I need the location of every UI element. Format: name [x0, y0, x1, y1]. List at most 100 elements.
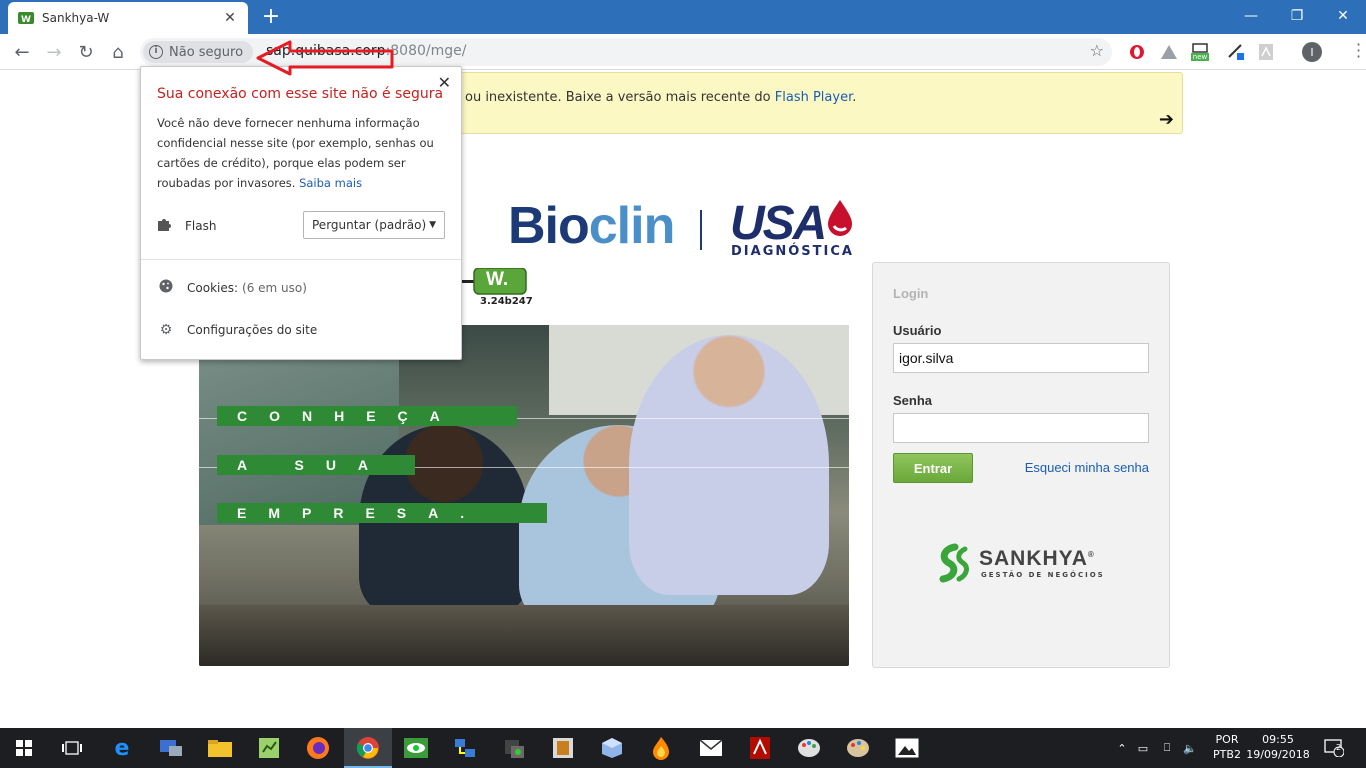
chevron-up-icon[interactable]: ⌃	[1114, 742, 1130, 755]
new-tab-button[interactable]: +	[258, 4, 284, 30]
arrow-right-icon[interactable]: ➔	[1159, 109, 1174, 130]
menu-kebab-icon[interactable]: · · ·	[1356, 37, 1362, 65]
flame-app-icon[interactable]	[647, 734, 675, 762]
clock[interactable]: 09:55 19/09/2018	[1246, 732, 1310, 762]
bookmark-star-icon[interactable]: ☆	[1090, 41, 1104, 60]
photo-person-right	[629, 335, 829, 595]
diagnostica-text: DIAGNÓSTICA	[731, 244, 854, 259]
url-path: /mge/	[425, 43, 467, 59]
minimize-button[interactable]: —	[1228, 0, 1274, 32]
restore-button[interactable]: ❐	[1274, 0, 1320, 32]
sankhya-logo: SANKHYA® GESTÃO DE NEGÓCIOS	[935, 543, 1115, 583]
screen-capture-extension-icon[interactable]: new	[1190, 42, 1210, 62]
close-window-button[interactable]: ✕	[1320, 0, 1366, 32]
popup-heading: Sua conexão com esse site não é segura	[157, 86, 444, 102]
paint-tool-icon[interactable]	[795, 734, 823, 762]
clock-date: 19/09/2018	[1246, 748, 1310, 761]
windows-taskbar: e ⌃ ▭ ⎕ 🔈 POR PTB2 09:55 19/09/2018 2	[0, 728, 1366, 768]
security-chip-label: Não seguro	[169, 44, 244, 60]
sankhya-w-logo: W. 3.24b247	[458, 267, 533, 308]
spreadsheet-icon[interactable]	[255, 734, 283, 762]
version-label: 3.24b247	[480, 296, 533, 307]
task-view-icon[interactable]	[58, 734, 86, 762]
entrar-button[interactable]: Entrar	[893, 453, 973, 483]
pdf-extension-icon[interactable]	[1256, 42, 1276, 62]
flash-banner-text: ou inexistente. Baixe a versão mais rece…	[465, 90, 856, 105]
username-input[interactable]: igor.silva	[893, 343, 1149, 373]
box-app-icon[interactable]	[598, 734, 626, 762]
sankhya-app-icon[interactable]	[549, 734, 577, 762]
learn-more-link[interactable]: Saiba mais	[299, 176, 362, 190]
gear-icon: ⚙	[159, 322, 173, 338]
tab-title: Sankhya-W	[42, 11, 110, 25]
language-code: POR	[1215, 733, 1239, 746]
cookies-row[interactable]: Cookies: (6 em uso)	[157, 276, 447, 300]
photo-desk	[199, 605, 849, 666]
slogan-line-3: EMPRESA.	[217, 503, 547, 523]
sankhya-w-letter: W.	[486, 269, 509, 290]
drive-extension-icon[interactable]	[1159, 42, 1179, 62]
login-title: Login	[893, 286, 929, 301]
brand-divider	[700, 210, 702, 250]
chrome-icon[interactable]	[354, 734, 382, 762]
eye-app-icon[interactable]	[402, 734, 430, 762]
sankhya-favicon-icon: W	[18, 11, 34, 25]
slogan-line-1: CONHEÇA	[217, 406, 517, 426]
network-icon[interactable]: ⎕	[1156, 741, 1178, 755]
palette-icon[interactable]	[844, 734, 872, 762]
cookies-label: Cookies:	[187, 281, 239, 295]
opera-extension-icon[interactable]	[1127, 42, 1147, 62]
security-chip[interactable]: i Não seguro	[143, 41, 254, 63]
language-indicator[interactable]: POR PTB2	[1210, 732, 1244, 762]
bioclin-logo: Bioclin	[508, 196, 676, 256]
browser-toolbar: ← → ↻ ⌂ i Não seguro sap.quibasa.corp:80…	[0, 34, 1366, 70]
forward-icon[interactable]: →	[42, 40, 66, 64]
acrobat-icon[interactable]	[746, 734, 774, 762]
file-explorer-icon[interactable]	[206, 734, 234, 762]
reload-icon[interactable]: ↻	[74, 40, 98, 64]
tab-close-icon[interactable]: ✕	[222, 10, 238, 26]
site-info-popup: ✕ Sua conexão com esse site não é segura…	[140, 66, 462, 360]
site-settings-row[interactable]: ⚙ Configurações do site	[157, 318, 447, 342]
clock-time: 09:55	[1262, 733, 1294, 746]
volume-icon[interactable]: 🔈	[1178, 742, 1202, 755]
password-input[interactable]	[893, 413, 1149, 443]
home-icon[interactable]: ⌂	[106, 40, 130, 64]
remote-access-icon[interactable]	[500, 734, 528, 762]
notification-count: 2	[1336, 743, 1342, 752]
network-admin-icon[interactable]	[451, 734, 479, 762]
tab-strip: W Sankhya-W ✕ + — ❐ ✕	[0, 0, 1366, 34]
notifications-icon[interactable]: 2	[1322, 734, 1346, 762]
site-settings-label: Configurações do site	[187, 323, 318, 337]
tab-sankhya-w[interactable]: W Sankhya-W ✕	[8, 2, 248, 34]
password-label: Senha	[893, 393, 933, 408]
sankhya-tagline: GESTÃO DE NEGÓCIOS	[981, 571, 1105, 579]
flash-permission-select[interactable]: Perguntar (padrão) ▼	[303, 211, 445, 239]
flash-player-link[interactable]: Flash Player	[775, 90, 852, 105]
svg-text:W: W	[21, 15, 31, 24]
bioclin-text-b: clin	[588, 197, 676, 255]
edge-icon[interactable]: e	[108, 734, 136, 762]
dropdown-caret-icon: ▼	[429, 220, 436, 230]
sankhya-name: SANKHYA®	[979, 547, 1095, 571]
pen-extension-icon[interactable]	[1226, 42, 1246, 62]
hero-photo: CONHEÇA A SUA EMPRESA.	[199, 325, 849, 666]
cookie-icon	[157, 279, 175, 297]
sankhya-swirl-icon	[939, 543, 969, 583]
bioclin-text-a: Bio	[508, 197, 590, 255]
flash-select-value: Perguntar (padrão)	[312, 218, 427, 232]
photos-icon[interactable]	[893, 734, 921, 762]
mail-icon[interactable]	[697, 734, 725, 762]
forgot-password-link[interactable]: Esqueci minha senha	[1025, 460, 1149, 475]
bioclin-usa-logo: Bioclin USA DIAGNÓSTICA	[508, 196, 868, 266]
sankhya-name-text: SANKHYA	[979, 547, 1088, 570]
back-icon[interactable]: ←	[10, 40, 34, 64]
battery-icon[interactable]: ▭	[1130, 742, 1156, 755]
info-icon: i	[149, 45, 163, 59]
firefox-icon[interactable]	[304, 734, 332, 762]
popup-body: Você não deve fornecer nenhuma informaçã…	[157, 113, 447, 193]
profile-avatar[interactable]: I	[1302, 42, 1322, 62]
windows-start-icon[interactable]	[10, 734, 38, 762]
network-tool-icon[interactable]	[157, 734, 185, 762]
flash-banner-message: ou inexistente. Baixe a versão mais rece…	[465, 90, 775, 105]
